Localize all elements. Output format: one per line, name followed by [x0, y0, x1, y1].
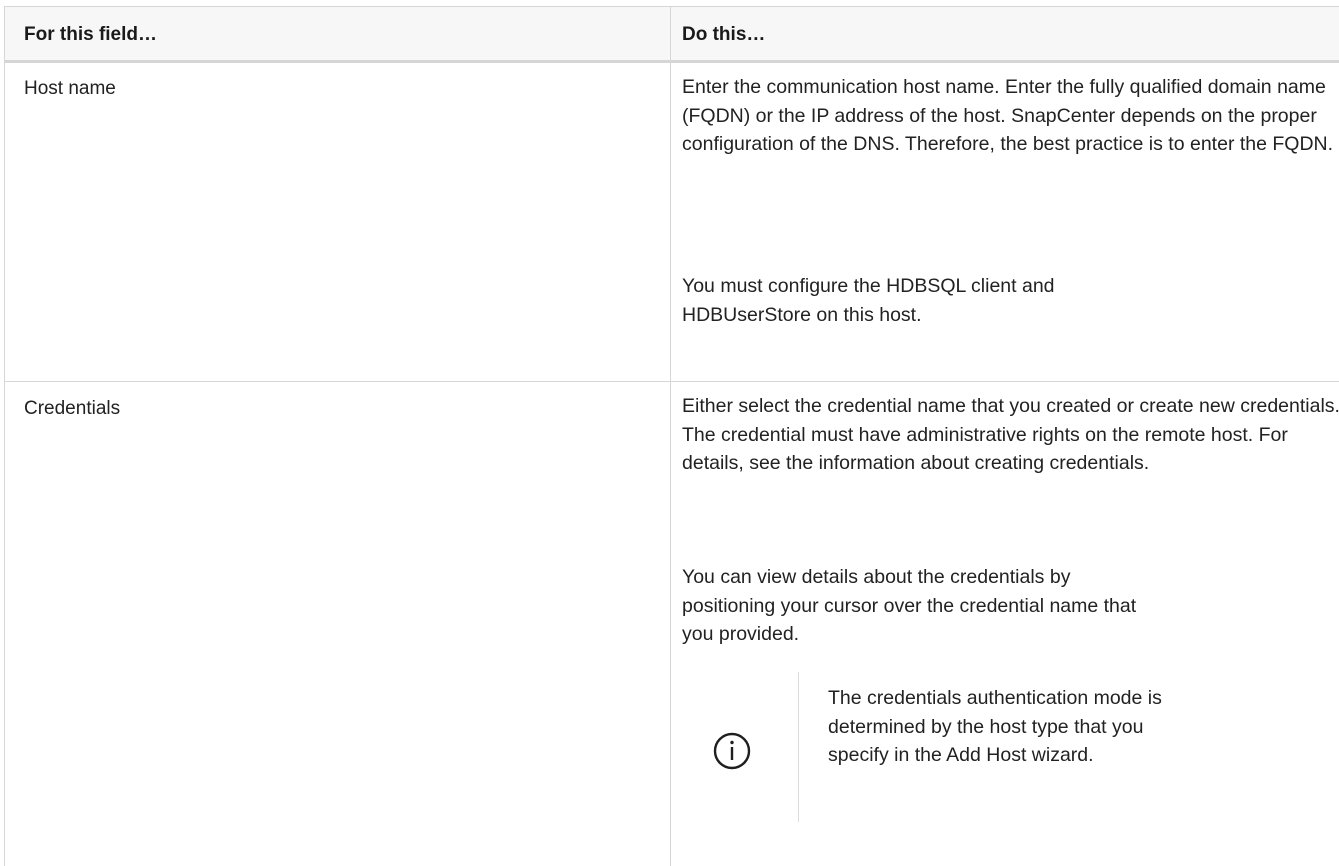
note-callout: The credentials authentication mode is d…: [682, 672, 1332, 852]
row-label-credentials: Credentials: [24, 398, 121, 419]
credentials-description: Either select the credential name that y…: [682, 395, 1339, 474]
host-name-note: You must configure the HDBSQL client and…: [682, 275, 1055, 326]
credentials-tooltip-hint: You can view details about the credentia…: [682, 566, 1137, 645]
header-action-column: Do this…: [682, 24, 766, 45]
column-divider: [670, 6, 671, 866]
info-icon: [708, 727, 756, 775]
row-label-host-name: Host name: [24, 78, 116, 99]
field-description-table: For this field… Do this… Host name Enter…: [0, 0, 1339, 866]
host-name-description: Enter the communication host name. Enter…: [682, 76, 1334, 155]
header-field-column: For this field…: [24, 24, 157, 45]
note-text: The credentials authentication mode is d…: [828, 687, 1162, 766]
table-header-row: For this field… Do this…: [5, 7, 1339, 63]
note-divider: [798, 672, 799, 822]
row-divider: [5, 381, 1339, 382]
